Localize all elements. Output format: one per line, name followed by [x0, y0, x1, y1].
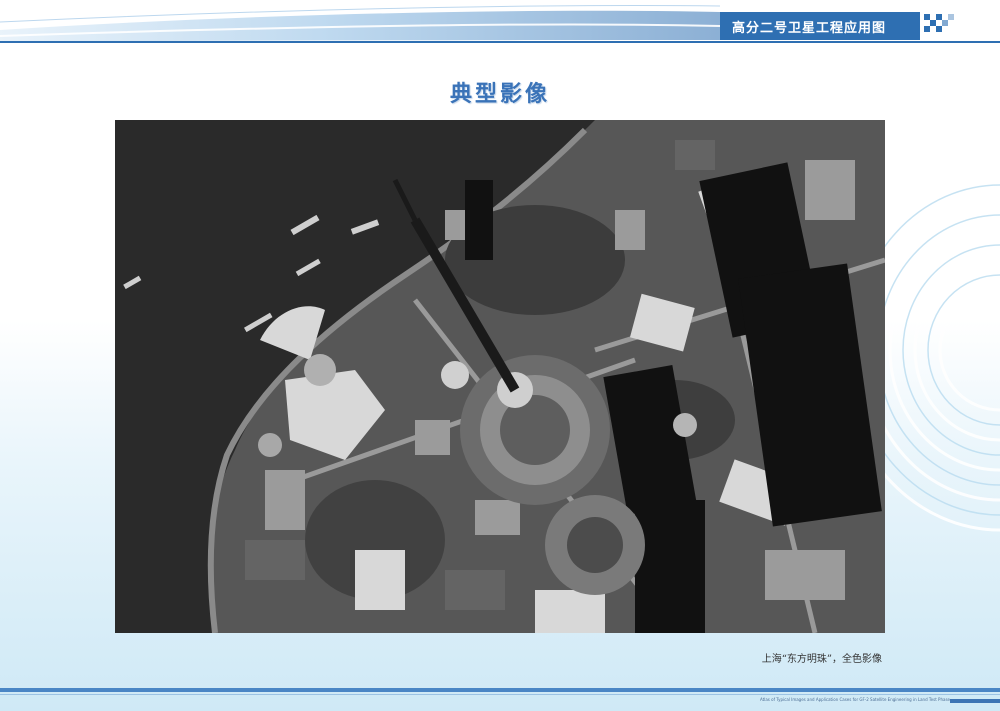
- footer-accent-bar: [950, 699, 1000, 703]
- footer-atlas-text: Atlas of Typical Images and Application …: [760, 697, 950, 702]
- footer-thin-line: [0, 694, 1000, 695]
- footer-line: [0, 688, 1000, 692]
- page-title: 典型影像: [449, 81, 550, 107]
- image-caption: 上海“东方明珠”，全色影像: [761, 654, 882, 665]
- satellite-image-graphic: [115, 120, 885, 633]
- header-title: 高分二号卫星工程应用图: [732, 21, 887, 36]
- satellite-image: [115, 120, 885, 633]
